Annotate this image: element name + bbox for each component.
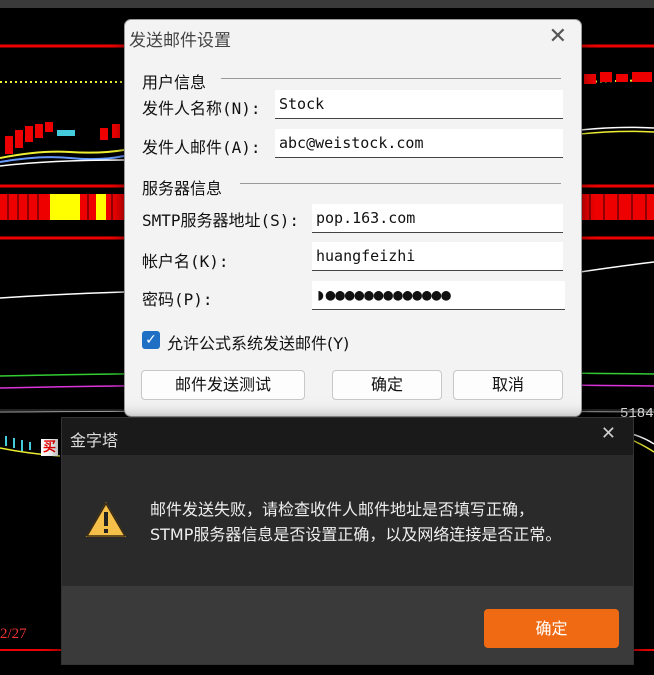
alert-footer: 确定	[62, 586, 633, 664]
smtp-server-label: SMTP服务器地址(S):	[142, 211, 300, 230]
allow-formula-email-checkbox[interactable]: ✓	[142, 331, 160, 349]
section-divider	[221, 78, 561, 79]
alert-body: 邮件发送失败，请检查收件人邮件地址是否填写正确， STMP服务器信息是否设置正确…	[62, 455, 633, 586]
sender-email-field[interactable]: abc@weistock.com	[275, 129, 563, 158]
sender-name-field[interactable]: Stock	[275, 90, 563, 119]
close-icon[interactable]: ✕	[549, 23, 567, 51]
account-name-label: 帐户名(K):	[142, 252, 229, 271]
email-send-test-button[interactable]: 邮件发送测试	[141, 370, 305, 400]
chart-date-label: 2/27	[0, 626, 27, 642]
server-info-section-title: 服务器信息	[142, 179, 223, 198]
password-field[interactable]: ◗●●●●●●●●●●●●●	[312, 281, 565, 310]
cancel-button[interactable]: 取消	[453, 370, 563, 400]
password-label: 密码(P):	[142, 290, 213, 309]
account-name-field[interactable]: huangfeizhi	[312, 242, 563, 271]
dialog-title: 发送邮件设置	[129, 31, 231, 51]
buy-signal-badge: 买	[41, 439, 59, 456]
ok-button[interactable]: 确定	[332, 370, 442, 400]
alert-message: 邮件发送失败，请检查收件人邮件地址是否填写正确， STMP服务器信息是否设置正确…	[150, 497, 561, 547]
warning-triangle-icon	[83, 499, 129, 539]
alert-title: 金字塔	[70, 431, 119, 450]
alert-message-line-2: STMP服务器信息是否设置正确，以及网络连接是否正常。	[150, 525, 562, 544]
sender-name-label: 发件人名称(N):	[142, 99, 261, 118]
error-alert-dialog: 金字塔 ✕ 邮件发送失败，请检查收件人邮件地址是否填写正确， STMP服务器信息…	[61, 417, 634, 665]
section-divider	[240, 183, 561, 184]
alert-ok-button[interactable]: 确定	[484, 609, 619, 648]
user-info-section-title: 用户信息	[142, 73, 207, 92]
close-icon[interactable]: ✕	[601, 423, 616, 444]
sender-email-label: 发件人邮件(A):	[142, 138, 261, 157]
smtp-server-field[interactable]: pop.163.com	[312, 204, 563, 233]
email-settings-dialog: 发送邮件设置 ✕ 用户信息 发件人名称(N): Stock 发件人邮件(A): …	[124, 19, 582, 417]
allow-formula-email-label[interactable]: 允许公式系统发送邮件(Y)	[167, 330, 349, 354]
alert-message-line-1: 邮件发送失败，请检查收件人邮件地址是否填写正确，	[150, 500, 535, 519]
